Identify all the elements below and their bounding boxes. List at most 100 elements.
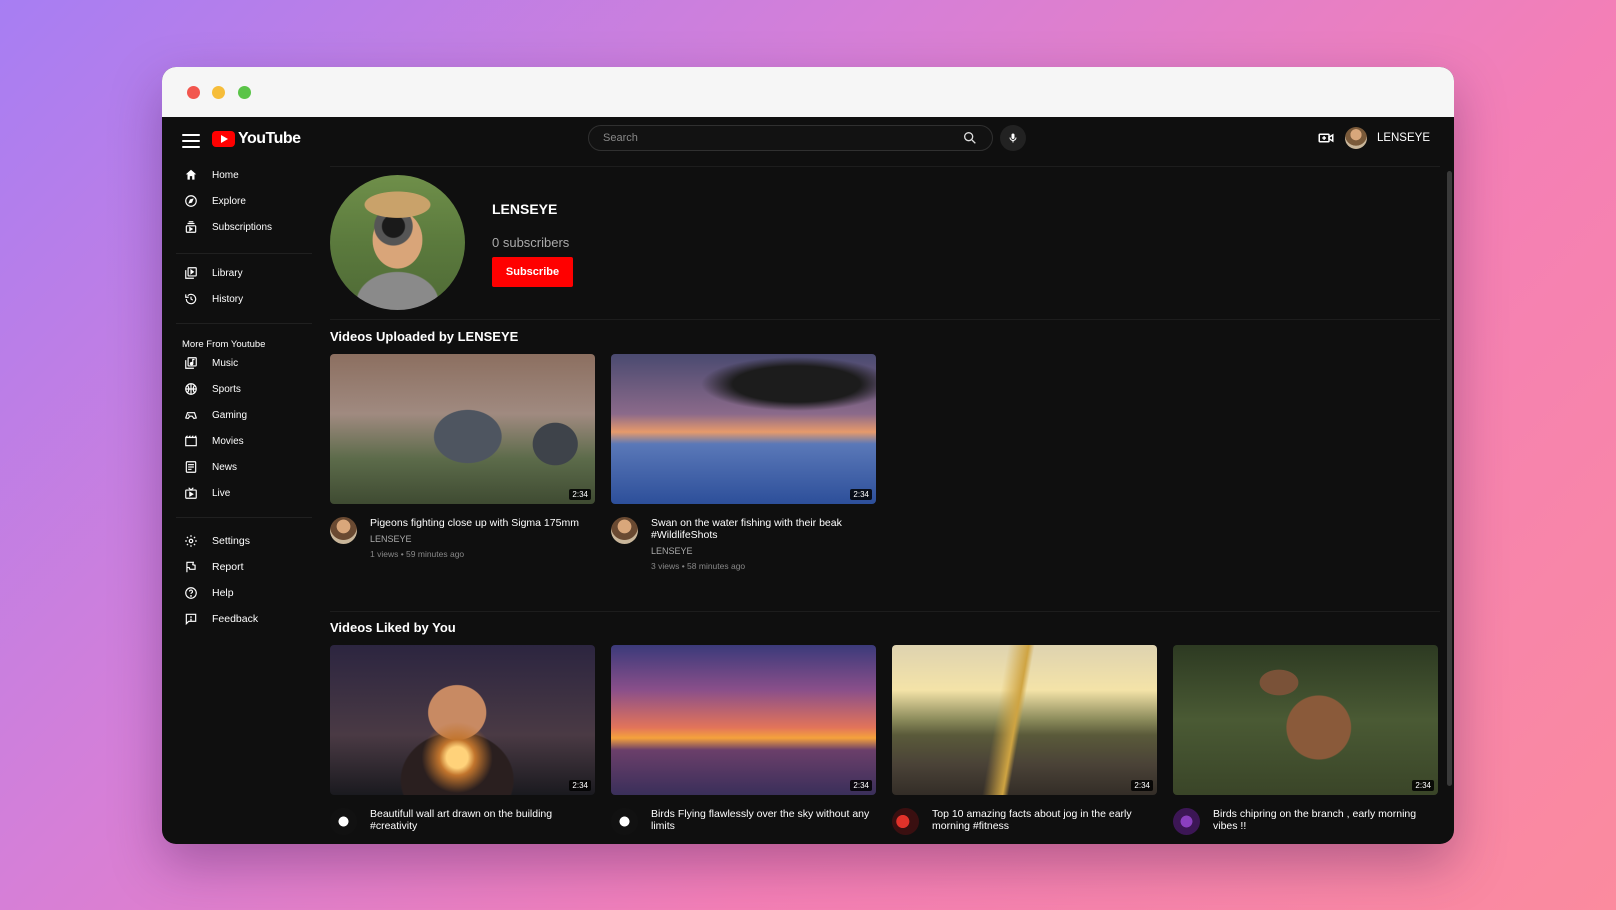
video-channel[interactable]: LENSEYE [370, 534, 595, 544]
channel-avatar[interactable] [330, 175, 465, 310]
sidebar-item-subscriptions[interactable]: Subscriptions [184, 217, 272, 237]
sidebar: Home Explore Subscriptions Library Histo… [162, 165, 312, 844]
user-avatar[interactable] [1344, 127, 1367, 149]
header-divider [330, 166, 1440, 167]
sidebar-divider [176, 253, 312, 254]
uploaded-section-title: Videos Uploaded by LENSEYE [330, 329, 519, 344]
youtube-logo[interactable]: YouTube [212, 130, 301, 148]
sidebar-item-live[interactable]: Live [184, 483, 230, 503]
video-thumbnail[interactable]: 2:34 [611, 354, 876, 504]
video-card[interactable]: 2:34 Birds chipring on the branch , earl… [1173, 645, 1438, 835]
sidebar-item-label: Live [212, 487, 231, 499]
video-title[interactable]: Pigeons fighting close up with Sigma 175… [370, 517, 595, 529]
menu-icon[interactable] [182, 131, 200, 151]
subscribe-button[interactable]: Subscribe [492, 257, 573, 287]
search-input[interactable] [603, 132, 962, 144]
maximize-window-button[interactable] [238, 86, 251, 99]
gear-icon [185, 535, 197, 547]
sidebar-item-label: Sports [212, 383, 241, 395]
live-icon [185, 487, 197, 499]
sidebar-item-label: News [212, 461, 238, 473]
video-card[interactable]: 2:34 Birds Flying flawlessly over the sk… [611, 645, 876, 835]
video-card[interactable]: 2:34 Top 10 amazing facts about jog in t… [892, 645, 1157, 835]
minimize-window-button[interactable] [212, 86, 225, 99]
channel-name: LENSEYE [492, 201, 558, 217]
window-titlebar [162, 67, 1454, 117]
sidebar-item-label: Feedback [212, 613, 259, 625]
sidebar-item-label: Settings [212, 535, 250, 547]
movies-icon [185, 435, 197, 447]
sidebar-divider [176, 323, 312, 324]
news-icon [185, 461, 197, 473]
sidebar-item-feedback[interactable]: Feedback [184, 609, 258, 629]
sidebar-item-report[interactable]: Report [184, 557, 244, 577]
video-duration: 2:34 [569, 780, 591, 791]
sidebar-item-help[interactable]: Help [184, 583, 234, 603]
video-title[interactable]: Birds Flying flawlessly over the sky wit… [651, 808, 876, 832]
video-thumbnail[interactable]: 2:34 [611, 645, 876, 795]
sidebar-item-library[interactable]: Library [184, 263, 243, 283]
sidebar-item-movies[interactable]: Movies [184, 431, 244, 451]
sidebar-item-label: Music [212, 357, 239, 369]
channel-avatar-small[interactable] [892, 808, 919, 835]
sidebar-item-explore[interactable]: Explore [184, 191, 246, 211]
section-divider [330, 319, 1440, 320]
video-card[interactable]: 2:34 Swan on the water fishing with thei… [611, 354, 876, 571]
sidebar-item-news[interactable]: News [184, 457, 237, 477]
channel-avatar-small[interactable] [330, 808, 357, 835]
sidebar-item-label: Gaming [212, 409, 248, 421]
video-duration: 2:34 [850, 489, 872, 500]
liked-section-title: Videos Liked by You [330, 620, 456, 635]
sidebar-item-label: Subscriptions [212, 221, 273, 233]
subscriptions-icon [185, 221, 197, 233]
channel-avatar-small[interactable] [611, 808, 638, 835]
video-stats: 1 views • 59 minutes ago [370, 549, 465, 559]
channel-avatar-small[interactable] [330, 517, 357, 544]
sidebar-divider [176, 517, 312, 518]
video-card[interactable]: 2:34 Pigeons fighting close up with Sigm… [330, 354, 595, 559]
sidebar-item-label: Home [212, 169, 239, 181]
create-video-icon[interactable] [1317, 129, 1335, 147]
video-thumbnail[interactable]: 2:34 [330, 645, 595, 795]
sports-icon [185, 383, 197, 395]
logo-text: YouTube [238, 130, 301, 147]
sidebar-item-label: Report [212, 561, 244, 573]
video-channel[interactable]: LENSEYE [651, 546, 876, 556]
music-icon [185, 357, 197, 369]
sidebar-item-sports[interactable]: Sports [184, 379, 241, 399]
channel-avatar-small[interactable] [611, 517, 638, 544]
video-thumbnail[interactable]: 2:34 [330, 354, 595, 504]
video-title[interactable]: Swan on the water fishing with their bea… [651, 517, 876, 541]
feedback-icon [185, 613, 197, 626]
gaming-icon [184, 412, 198, 420]
sidebar-item-gaming[interactable]: Gaming [184, 405, 247, 425]
sidebar-item-history[interactable]: History [184, 289, 243, 309]
user-name[interactable]: LENSEYE [1377, 132, 1430, 144]
search-icon[interactable] [962, 130, 978, 146]
video-title[interactable]: Top 10 amazing facts about jog in the ea… [932, 808, 1157, 832]
sidebar-item-label: History [212, 293, 244, 305]
scrollbar[interactable] [1447, 171, 1452, 786]
sidebar-item-music[interactable]: Music [184, 353, 238, 373]
sidebar-item-home[interactable]: Home [184, 165, 239, 185]
microphone-button[interactable] [1000, 125, 1026, 151]
video-card[interactable]: 2:34 Beautifull wall art drawn on the bu… [330, 645, 595, 835]
channel-avatar-small[interactable] [1173, 808, 1200, 835]
sidebar-item-label: Help [212, 587, 234, 599]
help-icon [185, 587, 197, 599]
video-thumbnail[interactable]: 2:34 [892, 645, 1157, 795]
video-title[interactable]: Birds chipring on the branch , early mor… [1213, 808, 1438, 832]
home-icon [185, 169, 197, 180]
history-icon [185, 293, 197, 305]
top-bar: YouTube LENSEYE [162, 117, 1454, 165]
close-window-button[interactable] [187, 86, 200, 99]
sidebar-item-label: Library [212, 267, 243, 279]
youtube-play-icon [212, 131, 235, 147]
sidebar-item-settings[interactable]: Settings [184, 531, 250, 551]
video-title[interactable]: Beautifull wall art drawn on the buildin… [370, 808, 595, 832]
video-thumbnail[interactable]: 2:34 [1173, 645, 1438, 795]
browser-window: YouTube LENSEYE Home Explore Subscriptio… [162, 67, 1454, 844]
subscriber-count: 0 subscribers [492, 235, 570, 250]
main-content: LENSEYE 0 subscribers Subscribe Videos U… [330, 165, 1440, 844]
video-duration: 2:34 [1131, 780, 1153, 791]
